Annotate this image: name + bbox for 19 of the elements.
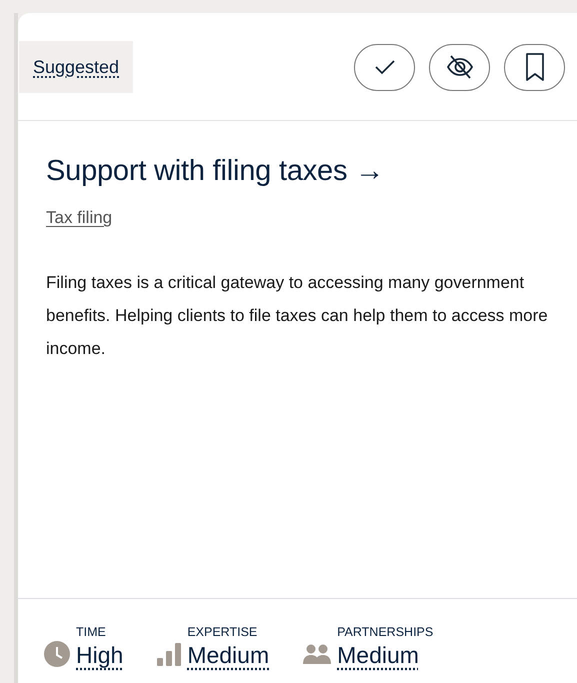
card-title[interactable]: Support with filing taxes → [46, 155, 565, 188]
clock-icon [44, 641, 70, 667]
suggested-tag: Suggested [19, 41, 134, 93]
bars-icon [157, 642, 182, 666]
bookmark-button[interactable] [504, 44, 565, 90]
bookmark-icon [524, 52, 546, 82]
attribute-label: EXPERTISE [187, 625, 258, 639]
people-icon [303, 644, 332, 664]
check-icon [374, 59, 396, 75]
category-link[interactable]: Tax filing [46, 208, 112, 228]
hide-button[interactable] [429, 44, 490, 90]
attribute-label: TIME [76, 625, 107, 639]
description-text: Filing taxes is a critical gateway to accessing many government benefits. Helping clients to file taxes can help them to access more income. [46, 272, 549, 360]
attribute-label: PARTNERSHIPS [337, 625, 434, 639]
attribute-value[interactable]: Medium [187, 642, 270, 669]
attribute-value[interactable]: Medium [337, 642, 434, 669]
hide-icon [444, 54, 474, 80]
done-button[interactable] [354, 44, 415, 90]
attribute-value[interactable]: High [76, 642, 124, 669]
